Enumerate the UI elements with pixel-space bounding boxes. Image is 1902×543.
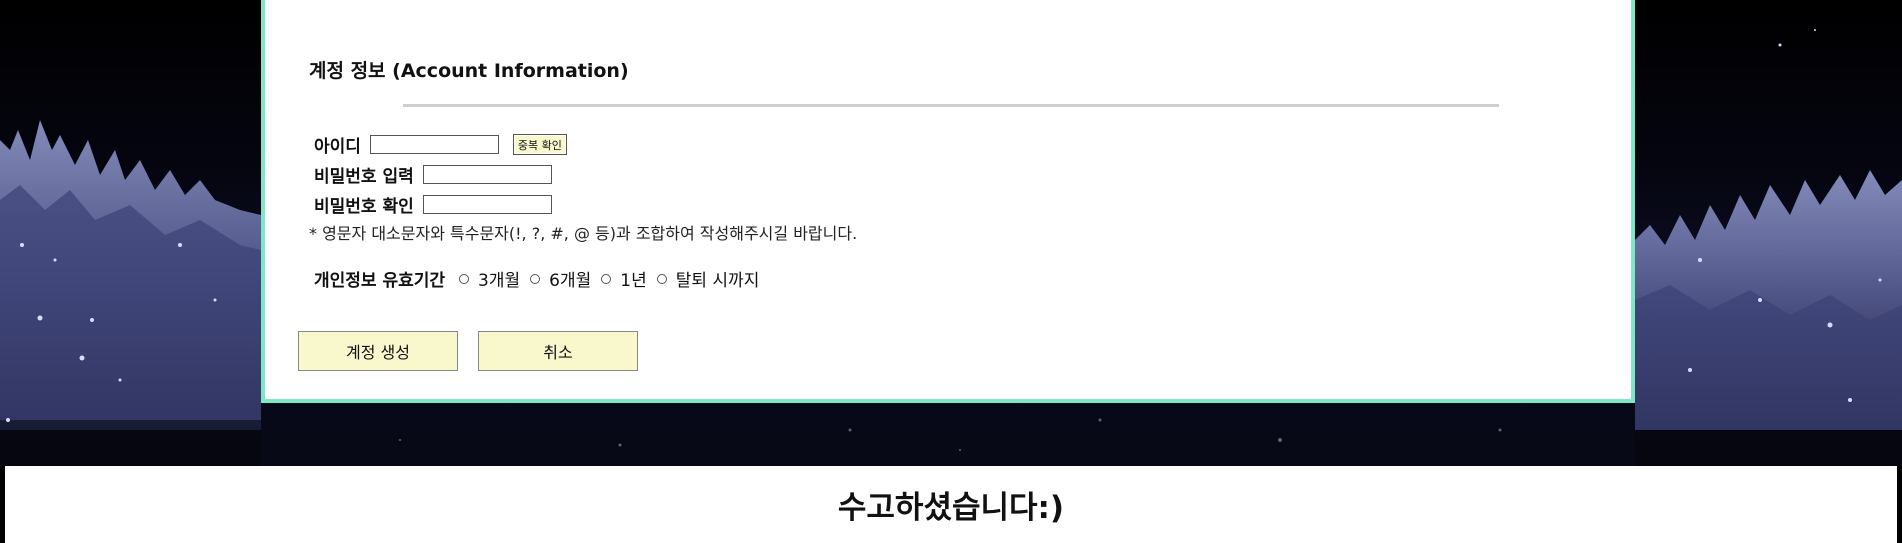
retention-option-label: 탈퇴 시까지 (675, 271, 760, 291)
password-confirm-label: 비밀번호 확인 (314, 197, 414, 217)
radio-icon[interactable] (459, 273, 470, 284)
duplicate-check-button[interactable]: 중복 확인 (512, 134, 567, 155)
section-divider (403, 104, 1499, 107)
password-note: * 영문자 대소문자와 특수문자(!, ?, #, @ 등)과 조합하여 작성해… (309, 224, 858, 243)
retention-option-1-year[interactable]: 1년 (601, 266, 647, 291)
retention-option-6-months[interactable]: 6개월 (530, 266, 591, 291)
radio-icon[interactable] (530, 273, 541, 284)
id-input[interactable] (369, 135, 499, 154)
id-label: 아이디 (314, 137, 361, 157)
retention-option-label: 3개월 (478, 271, 521, 291)
password-input[interactable] (422, 165, 552, 184)
retention-label: 개인정보 유효기간 (314, 271, 446, 291)
retention-option-3-months[interactable]: 3개월 (459, 266, 520, 291)
account-info-panel: 계정 정보 (Account Information) 아이디 중복 확인 비밀… (261, 0, 1635, 403)
password-confirm-input[interactable] (422, 195, 552, 214)
radio-icon[interactable] (656, 273, 667, 284)
password-row: 비밀번호 입력 (314, 162, 552, 187)
retention-option-label: 6개월 (549, 271, 592, 291)
id-row: 아이디 중복 확인 (314, 132, 567, 157)
cancel-button[interactable]: 취소 (478, 331, 638, 371)
retention-period-row: 개인정보 유효기간 3개월 6개월 1년 탈퇴 시까지 (314, 266, 769, 291)
password-label: 비밀번호 입력 (314, 167, 414, 187)
footer-banner: 수고하셨습니다:) (5, 466, 1897, 543)
create-account-button[interactable]: 계정 생성 (298, 331, 458, 371)
footer-message: 수고하셨습니다:) (837, 490, 1065, 526)
password-confirm-row: 비밀번호 확인 (314, 192, 552, 217)
section-title: 계정 정보 (Account Information) (309, 60, 629, 82)
retention-option-until-withdrawal[interactable]: 탈퇴 시까지 (656, 266, 760, 291)
radio-icon[interactable] (601, 273, 612, 284)
retention-option-label: 1년 (620, 271, 647, 291)
